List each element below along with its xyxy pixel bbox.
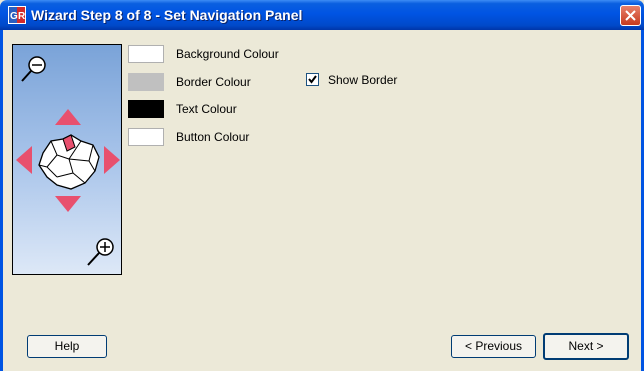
region-map-icon <box>38 134 100 190</box>
border-colour-label: Border Colour <box>176 75 251 89</box>
help-button[interactable]: Help <box>27 335 107 358</box>
previous-button[interactable]: < Previous <box>451 335 536 358</box>
background-colour-label: Background Colour <box>176 47 279 61</box>
close-icon <box>625 10 636 21</box>
pan-right-arrow[interactable] <box>103 145 121 175</box>
pan-down-arrow[interactable] <box>54 195 82 213</box>
gr-logo-icon: G R <box>8 6 26 24</box>
border-colour-swatch[interactable] <box>128 73 164 91</box>
svg-text:G: G <box>10 11 18 22</box>
show-border-label: Show Border <box>328 73 398 87</box>
button-colour-swatch[interactable] <box>128 128 164 146</box>
svg-text:R: R <box>18 11 26 22</box>
close-button[interactable] <box>620 5 641 26</box>
background-colour-swatch[interactable] <box>128 45 164 63</box>
window-frame-left <box>0 30 3 371</box>
text-colour-label: Text Colour <box>176 102 237 116</box>
text-colour-swatch[interactable] <box>128 100 164 118</box>
pan-up-arrow[interactable] <box>54 108 82 126</box>
title-bar: G R Wizard Step 8 of 8 - Set Navigation … <box>0 0 644 30</box>
pan-left-arrow[interactable] <box>15 145 33 175</box>
window-title: Wizard Step 8 of 8 - Set Navigation Pane… <box>31 7 303 23</box>
navigation-panel-preview <box>12 44 122 275</box>
checkbox-box[interactable] <box>306 73 319 86</box>
button-colour-label: Button Colour <box>176 130 250 144</box>
checkmark-icon <box>308 75 317 84</box>
next-button[interactable]: Next > <box>543 333 629 360</box>
zoom-out-icon[interactable] <box>19 55 49 83</box>
zoom-in-icon[interactable] <box>85 237 115 267</box>
